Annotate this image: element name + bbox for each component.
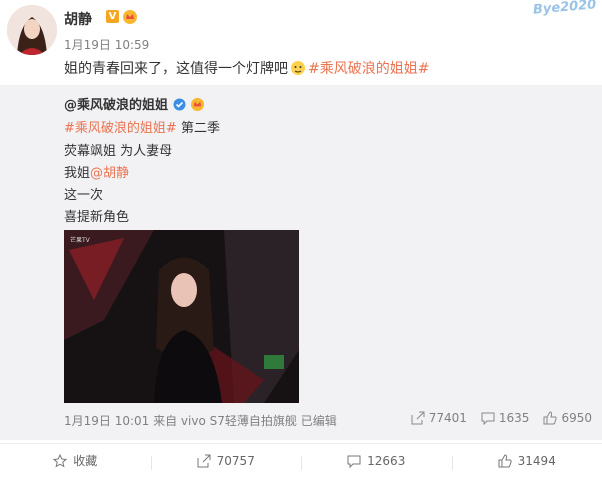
vip-crown-icon	[191, 97, 205, 111]
thumbs-up-icon	[543, 411, 558, 425]
author-name[interactable]: 胡静	[64, 9, 92, 29]
share-icon	[411, 411, 425, 425]
post-time[interactable]: 1月19日 10:59	[64, 36, 149, 53]
repost-line-3: 我姐@胡静	[64, 166, 130, 181]
action-bar: 收藏 70757 12663 31494	[0, 443, 602, 477]
comment-icon	[481, 412, 495, 425]
favorite-button[interactable]: 收藏	[0, 452, 151, 469]
avatar[interactable]	[7, 5, 57, 55]
share-icon	[197, 454, 211, 467]
repost-hashtag[interactable]: #乘风破浪的姐姐#	[64, 121, 177, 136]
post-hashtag[interactable]: #乘风破浪的姐姐#	[308, 61, 429, 77]
repost-photo[interactable]: 芒果TV	[64, 230, 299, 403]
repost-share[interactable]: 77401	[411, 411, 467, 425]
svg-text:芒果TV: 芒果TV	[70, 236, 91, 244]
repost-line-4: 这一次	[64, 188, 104, 203]
blue-verified-icon	[173, 98, 186, 111]
post-text: 姐的青春回来了，这值得一个灯牌吧	[64, 61, 288, 77]
repost-line-1: #乘风破浪的姐姐# 第二季	[64, 117, 220, 136]
post-content: 姐的青春回来了，这值得一个灯牌吧 #乘风破浪的姐姐#	[64, 58, 429, 78]
mention-link[interactable]: @胡静	[90, 166, 129, 181]
repost-card: @乘风破浪的姐姐 #乘风破浪的姐姐# 第二季 荧幕飒姐 为人妻母 我姐@胡静 这…	[0, 85, 602, 440]
repost-stats: 77401 1635 6950	[411, 411, 592, 425]
vip-crown-icon	[123, 10, 137, 24]
star-icon	[53, 453, 68, 468]
comment-button[interactable]: 12663	[301, 454, 452, 470]
repost-button[interactable]: 70757	[150, 454, 302, 470]
thumbs-up-icon	[498, 453, 512, 467]
repost-footer: 1月19日 10:01 来自 vivo S7轻薄自拍旗舰 已编辑	[64, 414, 337, 428]
emoji-icon	[291, 61, 305, 75]
repost-comment[interactable]: 1635	[481, 411, 529, 425]
repost-line-2: 荧幕飒姐 为人妻母	[64, 144, 173, 159]
repost-author[interactable]: @乘风破浪的姐姐	[64, 94, 205, 113]
repost-season: 第二季	[180, 121, 220, 136]
watermark: Bye2020	[532, 0, 597, 18]
repost-line-5: 喜提新角色	[64, 210, 130, 225]
verified-icon: V	[106, 10, 119, 23]
comment-icon	[347, 455, 361, 468]
repost-like[interactable]: 6950	[543, 411, 592, 425]
like-button[interactable]: 31494	[451, 453, 602, 470]
